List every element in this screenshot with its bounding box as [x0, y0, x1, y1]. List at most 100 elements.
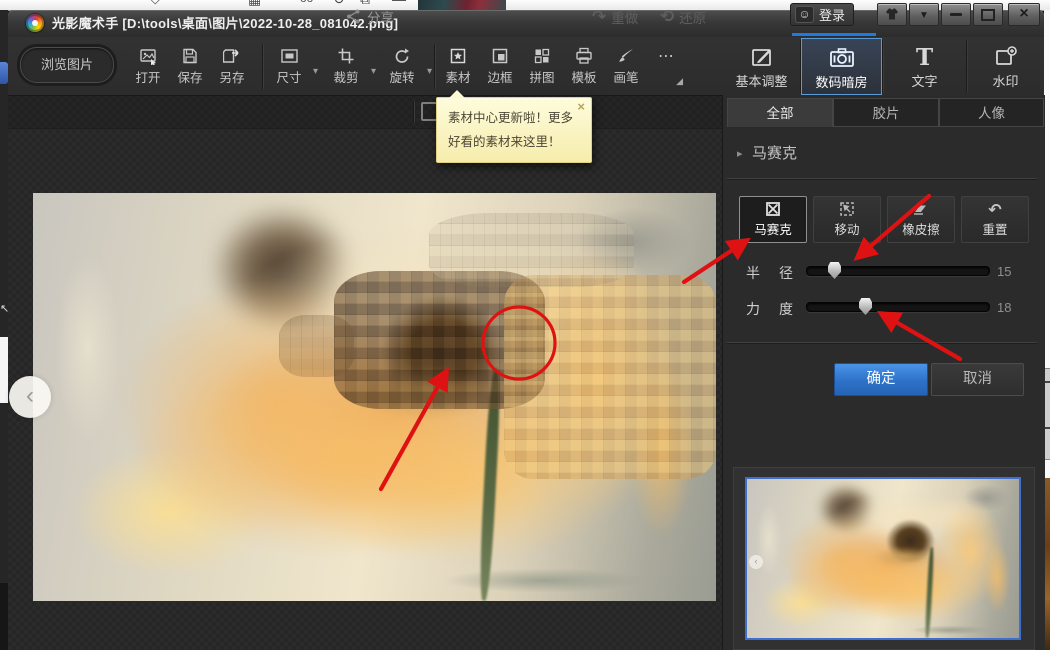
tab-digital-darkroom[interactable]: 数码暗房 [801, 38, 882, 95]
crop-dropdown-caret-icon[interactable]: ▾ [371, 66, 376, 77]
toolbar-separator [262, 45, 263, 89]
frame-icon [479, 47, 521, 69]
previous-image-button[interactable]: ‹ [9, 376, 51, 418]
tab-text-label: 文字 [883, 71, 966, 90]
background-window-left-strip: ↖ [0, 10, 8, 650]
skin-button[interactable] [877, 3, 907, 26]
camera-icon [802, 46, 881, 72]
watermark-icon [967, 45, 1044, 71]
tooltip-close-icon[interactable]: × [577, 99, 585, 114]
tab-watermark-label: 水印 [967, 71, 1044, 90]
toolbar-frame-label: 边框 [479, 69, 521, 87]
basic-adjust-icon [723, 45, 800, 71]
eraser-tool-button[interactable]: 橡皮擦 [887, 196, 955, 243]
preview-photo: ‹ [747, 479, 1019, 638]
redo-icon: ↷ [592, 7, 606, 27]
toolbar-save-as-button[interactable]: 另存 [211, 47, 253, 89]
confirm-button[interactable]: 确定 [834, 363, 928, 396]
toolbar-material-button[interactable]: 素材 [437, 47, 479, 89]
more-corner-icon: ◢ [676, 76, 683, 87]
background-image-thumbnail [418, 0, 506, 10]
toolbar-save-as-label: 另存 [211, 69, 253, 87]
toolbar-brush-button[interactable]: 画笔 [605, 47, 647, 89]
infinity-icon: oo [300, 0, 313, 5]
section-collapse-arrow-icon[interactable]: ▸ [737, 147, 743, 160]
filter-tab-film[interactable]: 胶片 [833, 98, 939, 127]
toolbar-more-button[interactable]: ⋯ ◢ [647, 47, 685, 89]
mosaic-tool-icon [740, 200, 806, 222]
save-icon [169, 47, 211, 69]
rotate-icon [381, 47, 423, 69]
minimize-button[interactable] [941, 3, 971, 26]
background-glyph: ↖ [0, 302, 8, 315]
toolbar-crop-label: 裁剪 [325, 69, 367, 87]
toolbar-save-label: 保存 [169, 69, 211, 87]
panel-divider [727, 342, 1037, 343]
toolbar-open-label: 打开 [127, 69, 169, 87]
rotate-dropdown-caret-icon[interactable]: ▾ [427, 66, 432, 77]
filter-tab-portrait[interactable]: 人像 [939, 98, 1044, 127]
panel-divider [727, 178, 1037, 179]
mosaic-tool-label: 马赛克 [740, 222, 806, 238]
text-tool-icon: T [883, 45, 966, 71]
move-tool-icon [814, 200, 880, 222]
preview-stamen-ring [872, 546, 937, 568]
toolbar-rotate-label: 旋转 [381, 69, 423, 87]
toolbar-frame-button[interactable]: 边框 [479, 47, 521, 89]
more-dots-icon: ⋯ [647, 47, 685, 67]
minimize-fragment-icon: — [392, 0, 406, 7]
toolbar-collage-label: 拼图 [521, 69, 563, 87]
toolbar-brush-label: 画笔 [605, 69, 647, 87]
cancel-button[interactable]: 取消 [931, 363, 1024, 396]
toolbar-save-button[interactable]: 保存 [169, 47, 211, 89]
strength-label-b: 度 [779, 299, 793, 319]
action-separator [413, 102, 414, 122]
eraser-tool-icon [888, 200, 954, 222]
size-dropdown-caret-icon[interactable]: ▾ [313, 66, 318, 77]
toolbar-size-label: 尺寸 [268, 69, 310, 87]
user-avatar-icon: ☺ [795, 6, 814, 23]
bookmark-icon: ⛉ [150, 0, 161, 8]
close-button[interactable]: × [1008, 3, 1040, 26]
preview-thumbnail[interactable]: ‹ [745, 477, 1021, 640]
move-tool-label: 移动 [814, 222, 880, 238]
login-button[interactable]: ☺ 登录 [790, 3, 854, 26]
dropdown-menu-button[interactable]: ▼ [909, 3, 939, 26]
mosaic-tool-button[interactable]: 马赛克 [739, 196, 807, 243]
strength-value: 18 [997, 300, 1011, 315]
reset-tool-icon: ↶ [962, 200, 1028, 222]
toolbar-material-label: 素材 [437, 69, 479, 87]
background-app-icon [0, 62, 8, 84]
toolbar-size-button[interactable]: 尺寸 [268, 47, 310, 89]
maximize-button[interactable] [973, 3, 1003, 26]
action-bar [8, 95, 722, 129]
share-icon [345, 8, 362, 25]
browse-images-button[interactable]: 浏览图片 [20, 47, 114, 83]
chevron-down-icon: ▼ [919, 10, 929, 21]
move-tool-button[interactable]: 移动 [813, 196, 881, 243]
share-button[interactable]: 分享 [345, 0, 394, 33]
strength-slider-track[interactable] [806, 302, 990, 312]
filter-tab-all[interactable]: 全部 [727, 98, 833, 127]
strength-label-a: 力 [746, 299, 760, 319]
toolbar-collage-button[interactable]: 拼图 [521, 47, 563, 89]
toolbar-separator [434, 45, 435, 89]
screen: ⛉ ▦ oo ↻ ⧉ — ↖ 光影魔术手 [D:\tools\桌面\图片\202… [0, 0, 1050, 650]
reset-tool-button[interactable]: ↶ 重置 [961, 196, 1029, 243]
close-icon: × [1019, 5, 1028, 22]
radius-value: 15 [997, 264, 1011, 279]
restore-button[interactable]: ⟲ 还原 [660, 0, 706, 33]
toolbar-template-button[interactable]: 模板 [563, 47, 605, 89]
tab-basic-adjust[interactable]: 基本调整 [723, 38, 800, 95]
tab-watermark[interactable]: 水印 [967, 38, 1044, 95]
redo-button[interactable]: ↷ 重做 [592, 0, 638, 33]
tooltip-caret [449, 90, 465, 98]
toolbar-rotate-button[interactable]: 旋转 [381, 47, 423, 89]
main-image[interactable] [33, 193, 716, 601]
redo-label: 重做 [611, 7, 638, 27]
share-label: 分享 [367, 7, 394, 27]
toolbar-open-button[interactable]: 打开 [127, 47, 169, 89]
background-dark-patch [0, 583, 8, 650]
tab-text[interactable]: T 文字 [883, 38, 966, 95]
toolbar-crop-button[interactable]: 裁剪 [325, 47, 367, 89]
